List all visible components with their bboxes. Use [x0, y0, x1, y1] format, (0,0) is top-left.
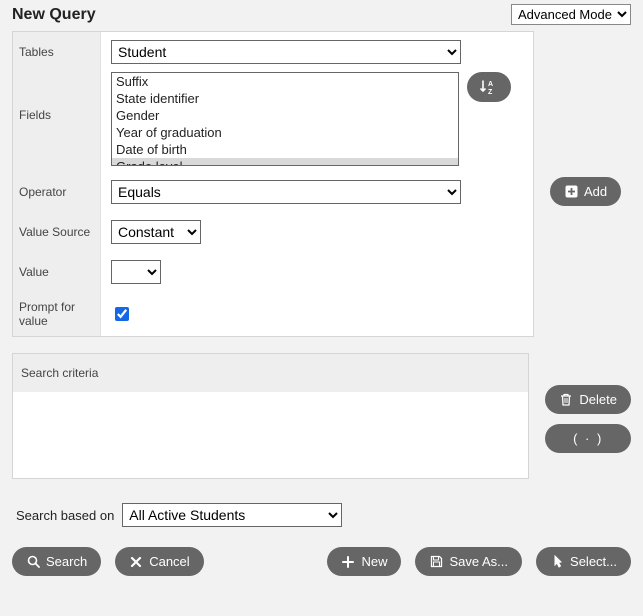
value-source-label: Value Source: [13, 212, 101, 252]
close-icon: [129, 555, 143, 569]
search-criteria-panel: Search criteria: [12, 353, 529, 479]
tables-label: Tables: [13, 32, 101, 72]
search-icon: [26, 555, 40, 569]
delete-button[interactable]: Delete: [545, 385, 631, 414]
save-as-button-label: Save As...: [449, 554, 508, 569]
tables-select[interactable]: Student: [111, 40, 461, 64]
parentheses-button[interactable]: ( · ): [545, 424, 631, 453]
select-button-label: Select...: [570, 554, 617, 569]
value-label: Value: [13, 252, 101, 292]
svg-text:A: A: [488, 81, 493, 88]
new-button-label: New: [361, 554, 387, 569]
value-source-select[interactable]: Constant: [111, 220, 201, 244]
list-item[interactable]: Suffix: [112, 73, 458, 90]
mode-select[interactable]: Advanced Mode: [511, 4, 631, 25]
search-criteria-header: Search criteria: [13, 354, 528, 392]
query-form-panel: Tables Student Fields Local identifier S…: [12, 31, 534, 337]
operator-label: Operator: [13, 172, 101, 212]
page-title: New Query: [12, 6, 96, 24]
list-item[interactable]: Year of graduation: [112, 124, 458, 141]
search-based-on-select[interactable]: All Active Students: [122, 503, 342, 527]
prompt-for-value-checkbox[interactable]: [115, 307, 129, 321]
sort-az-button[interactable]: A Z: [467, 72, 511, 102]
save-as-button[interactable]: Save As...: [415, 547, 522, 576]
list-item[interactable]: State identifier: [112, 90, 458, 107]
plus-square-icon: [564, 185, 578, 199]
trash-icon: [559, 393, 573, 407]
svg-text:Z: Z: [488, 89, 493, 95]
search-criteria-body[interactable]: [13, 392, 528, 478]
add-button-label: Add: [584, 184, 607, 199]
plus-icon: [341, 555, 355, 569]
save-icon: [429, 555, 443, 569]
cancel-button-label: Cancel: [149, 554, 189, 569]
search-based-on-label: Search based on: [16, 508, 114, 523]
search-button[interactable]: Search: [12, 547, 101, 576]
parentheses-button-label: ( · ): [573, 431, 603, 446]
value-select[interactable]: [111, 260, 161, 284]
list-item[interactable]: Date of birth: [112, 141, 458, 158]
list-item[interactable]: Gender: [112, 107, 458, 124]
fields-listbox[interactable]: Local identifier Suffix State identifier…: [111, 72, 459, 166]
select-button[interactable]: Select...: [536, 547, 631, 576]
new-button[interactable]: New: [327, 547, 401, 576]
sort-az-icon: A Z: [480, 79, 498, 95]
fields-label: Fields: [13, 72, 101, 172]
add-button[interactable]: Add: [550, 177, 621, 206]
search-button-label: Search: [46, 554, 87, 569]
cancel-button[interactable]: Cancel: [115, 547, 203, 576]
prompt-for-value-label: Prompt for value: [13, 292, 101, 336]
delete-button-label: Delete: [579, 392, 617, 407]
list-item[interactable]: Grade level: [112, 158, 458, 166]
pointer-icon: [550, 555, 564, 569]
operator-select[interactable]: Equals: [111, 180, 461, 204]
